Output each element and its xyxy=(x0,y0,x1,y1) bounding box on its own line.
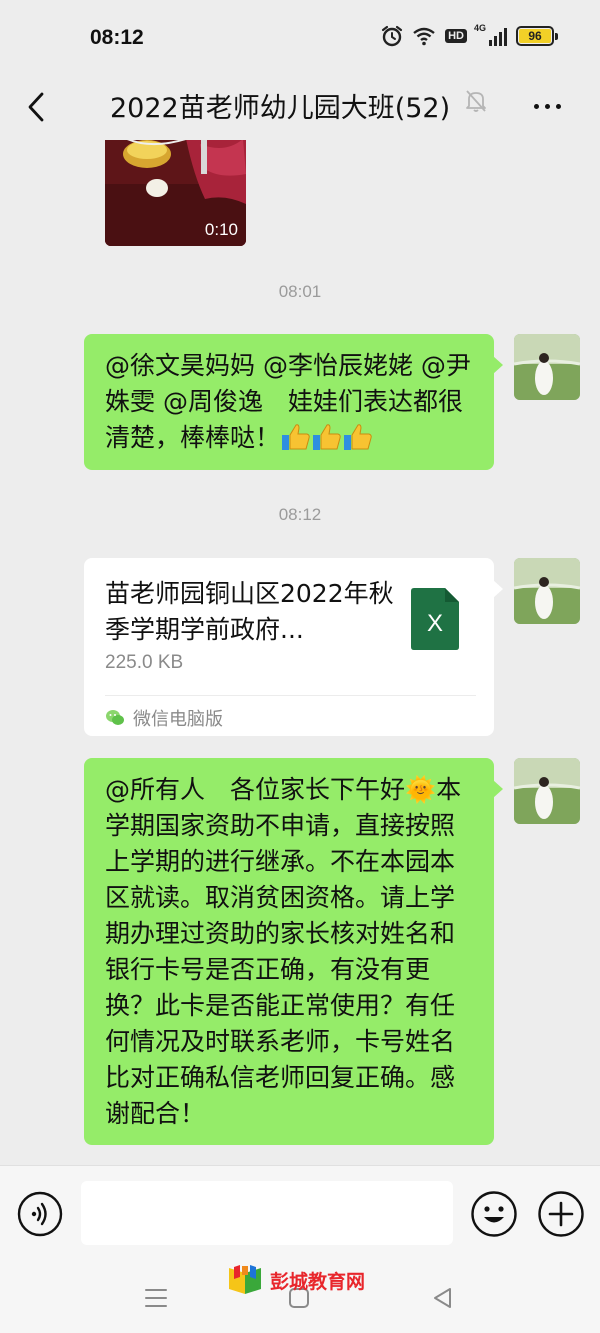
battery-level: 96 xyxy=(528,29,542,43)
video-message[interactable]: 0:10 xyxy=(105,140,246,246)
back-button[interactable] xyxy=(16,84,56,130)
network-type-label: 4G xyxy=(474,23,487,33)
file-size: 225.0 KB xyxy=(105,652,184,673)
file-source-label: 微信电脑版 xyxy=(133,709,223,730)
thumbs-up-emoji xyxy=(343,423,373,461)
file-name: 苗老师园铜山区2022年秋季学期学前政府... xyxy=(105,579,394,644)
status-time: 08:12 xyxy=(90,26,144,49)
message-input[interactable] xyxy=(81,1181,453,1245)
status-bar: 08:12 HD 4G 96 xyxy=(0,0,600,76)
thumbs-up-emoji xyxy=(281,423,311,461)
wifi-icon xyxy=(413,27,435,46)
chat-header: 2022苗老师幼儿园大班(52) xyxy=(0,76,600,140)
hd-badge: HD xyxy=(445,29,467,43)
excel-file-icon: X xyxy=(411,588,459,650)
message-timestamp: 08:01 xyxy=(278,282,322,301)
battery-icon: 96 xyxy=(516,26,558,46)
chat-title: 2022苗老师幼儿园大班(52) xyxy=(110,93,451,124)
more-dots-icon xyxy=(533,103,539,109)
avatar-image xyxy=(514,558,580,624)
message-input-bar xyxy=(0,1165,600,1261)
sender-avatar[interactable] xyxy=(514,558,580,624)
plus-icon xyxy=(538,1191,584,1237)
signal-icon: 4G xyxy=(474,23,507,46)
outgoing-message-bubble[interactable]: @徐文昊妈妈 @李怡辰姥姥 @尹姝雯 @周俊逸 娃娃们表达都很清楚，棒棒哒！ xyxy=(84,334,503,470)
avatar-image xyxy=(514,334,580,400)
excel-letter: X xyxy=(426,610,443,637)
divider xyxy=(105,695,476,696)
more-functions-button[interactable] xyxy=(537,1190,585,1238)
emoji-button[interactable] xyxy=(470,1190,518,1238)
file-source: 微信电脑版 xyxy=(105,705,223,731)
alarm-icon xyxy=(382,25,403,47)
outgoing-message-bubble[interactable]: @所有人 各位家长下午好🌞本学期国家资助不申请，直接按照上学期的进行继承。不在本… xyxy=(84,758,503,1145)
message-timestamp: 08:12 xyxy=(278,505,322,524)
watermark-text: 彭城教育网 xyxy=(270,1270,366,1293)
site-watermark: 彭城教育网 xyxy=(226,1265,365,1295)
bell-off-icon xyxy=(466,90,486,112)
voice-icon xyxy=(17,1191,63,1237)
more-options-button[interactable] xyxy=(524,86,570,126)
sender-avatar[interactable] xyxy=(514,758,580,824)
voice-input-button[interactable] xyxy=(17,1191,63,1237)
status-icons: HD 4G 96 xyxy=(381,23,558,47)
chat-message-list[interactable]: 0:10 08:01 @徐文昊妈妈 @李怡辰姥姥 @尹姝雯 @周俊逸 娃娃们表达… xyxy=(0,140,600,1165)
chevron-left-icon xyxy=(28,92,44,122)
sender-avatar[interactable] xyxy=(514,334,580,400)
back-triangle-icon[interactable] xyxy=(430,1285,456,1311)
video-duration: 0:10 xyxy=(204,220,238,239)
thumbs-up-emoji xyxy=(312,423,342,461)
file-message-card[interactable]: 苗老师园铜山区2022年秋季学期学前政府... 225.0 KB X 微信电脑版 xyxy=(84,558,503,736)
message-text: @所有人 各位家长下午好🌞本学期国家资助不申请，直接按照上学期的进行继承。不在本… xyxy=(105,775,462,1128)
wechat-icon xyxy=(106,710,124,725)
recent-apps-icon[interactable] xyxy=(143,1287,169,1309)
avatar-image xyxy=(514,758,580,824)
smiley-icon xyxy=(471,1191,517,1237)
book-logo-icon xyxy=(229,1265,261,1294)
